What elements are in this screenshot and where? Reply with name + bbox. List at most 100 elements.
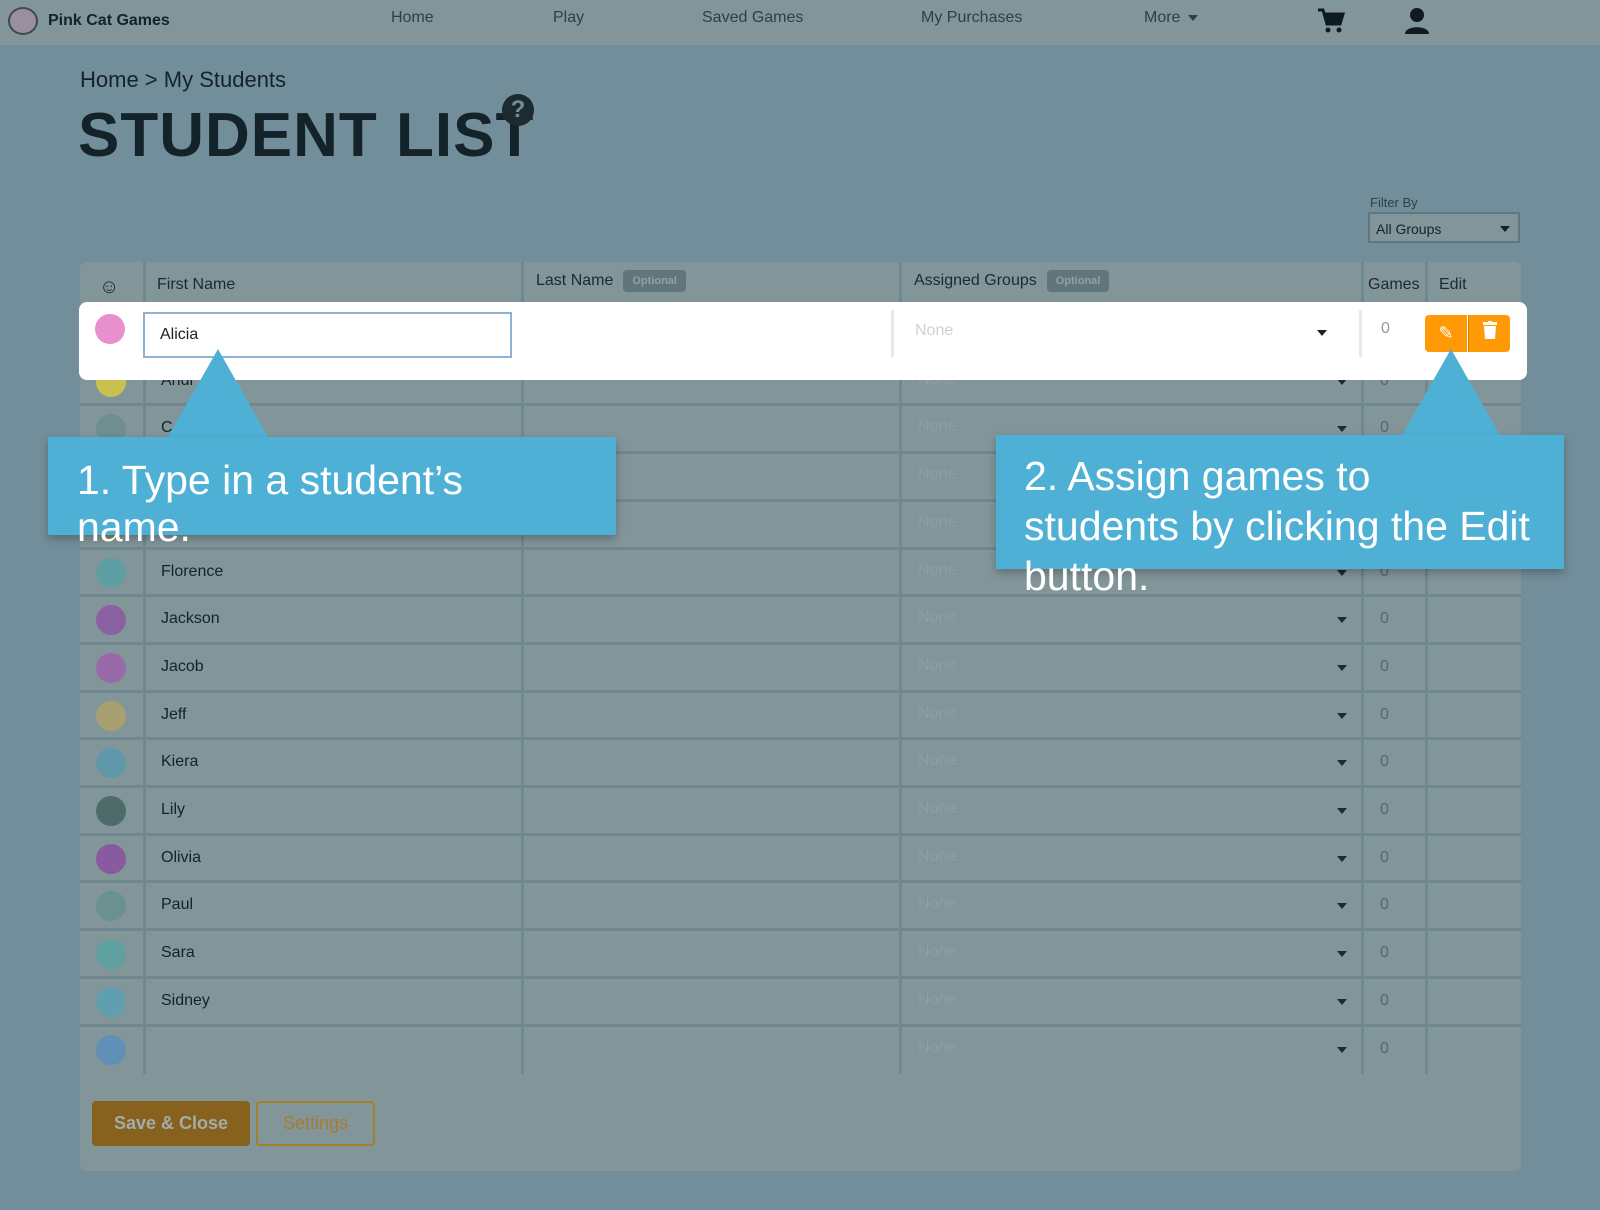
table-row: None 0 [80, 1023, 1521, 1072]
table-row: Sara None 0 [80, 928, 1521, 976]
table-row: Olivia None 0 [80, 832, 1521, 881]
caret-down-icon [1500, 226, 1510, 232]
caret-down-icon[interactable] [1337, 1046, 1347, 1053]
edit-button[interactable]: ✎ [1425, 315, 1467, 352]
groups-value[interactable]: None [918, 991, 956, 1009]
avatar[interactable] [96, 843, 126, 874]
table-row: Jackson None 0 [80, 594, 1521, 642]
first-name[interactable]: Kiera [161, 753, 198, 771]
trash-icon [1482, 321, 1497, 339]
header-edit: Edit [1439, 276, 1467, 293]
groups-value[interactable]: None [918, 562, 956, 580]
nav-my-purchases[interactable]: My Purchases [921, 9, 1022, 27]
avatar[interactable] [96, 891, 126, 922]
table-row: Paul None 0 [80, 880, 1521, 928]
caret-down-icon[interactable] [1337, 855, 1347, 862]
avatar[interactable] [96, 700, 126, 731]
groups-value[interactable]: None [918, 895, 956, 913]
groups-value[interactable]: None [918, 514, 956, 532]
groups-value[interactable]: None [918, 752, 956, 770]
groups-value[interactable]: None [918, 800, 956, 818]
games-count: 0 [1381, 320, 1390, 337]
games-count: 0 [1380, 705, 1389, 723]
first-name[interactable]: Sara [161, 944, 195, 962]
groups-value[interactable]: None [918, 705, 956, 723]
first-name[interactable]: Florence [161, 563, 223, 581]
user-icon[interactable] [1402, 6, 1432, 36]
optional-badge: Optional [1046, 270, 1110, 292]
caret-down-icon[interactable] [1337, 998, 1347, 1005]
games-count: 0 [1380, 944, 1389, 962]
settings-button[interactable]: Settings [256, 1101, 375, 1146]
avatar[interactable] [96, 1034, 126, 1065]
delete-button[interactable] [1468, 315, 1510, 352]
save-close-button[interactable]: Save & Close [92, 1101, 250, 1146]
callout-step-2: 2. Assign games to students by clicking … [996, 435, 1564, 599]
header-assigned-groups: Assigned Groups Optional [914, 270, 1110, 292]
table-row: Jacob None 0 [80, 641, 1521, 690]
avatar[interactable] [96, 939, 126, 970]
avatar[interactable] [96, 605, 126, 636]
header-last-name: Last Name Optional [536, 270, 686, 292]
first-name[interactable]: Lily [161, 801, 185, 819]
groups-value[interactable]: None [918, 466, 956, 484]
games-count: 0 [1380, 610, 1389, 628]
nav-home[interactable]: Home [391, 9, 434, 27]
caret-down-icon[interactable] [1337, 760, 1347, 767]
caret-down-icon[interactable] [1337, 664, 1347, 671]
first-name[interactable]: Olivia [161, 849, 201, 867]
caret-down-icon[interactable] [1337, 903, 1347, 910]
highlighted-row: None 0 ✎ [79, 302, 1527, 380]
games-count: 0 [1380, 753, 1389, 771]
brand[interactable]: Pink Cat Games [8, 7, 170, 35]
nav-more[interactable]: More [1144, 9, 1199, 27]
first-name[interactable]: Jeff [161, 706, 187, 724]
avatar[interactable] [96, 557, 126, 588]
filter-select[interactable]: All Groups [1368, 212, 1520, 243]
filter-label: Filter By [1370, 195, 1418, 210]
avatar[interactable] [96, 986, 126, 1017]
groups-select[interactable]: None [897, 310, 1362, 357]
games-count: 0 [1380, 1039, 1389, 1057]
first-name[interactable]: Jacob [161, 658, 204, 676]
header-groups-label: Assigned Groups [914, 272, 1037, 289]
groups-value[interactable]: None [918, 1039, 956, 1057]
header-last-name-label: Last Name [536, 272, 614, 289]
groups-value[interactable]: None [918, 943, 956, 961]
table-row: Sidney None 0 [80, 975, 1521, 1024]
last-name-input[interactable] [514, 310, 894, 357]
avatar[interactable] [96, 652, 126, 683]
avatar[interactable] [95, 314, 125, 344]
student-table: ☺ First Name Last Name Optional Assigned … [80, 262, 1521, 1171]
nav-saved-games[interactable]: Saved Games [702, 9, 803, 27]
caret-down-icon [1188, 14, 1199, 21]
groups-value[interactable]: None [918, 848, 956, 866]
avatar[interactable] [96, 796, 126, 826]
groups-value[interactable]: None [918, 657, 956, 675]
caret-down-icon[interactable] [1337, 617, 1347, 624]
games-count: 0 [1380, 801, 1389, 818]
caret-down-icon[interactable] [1337, 951, 1347, 958]
caret-down-icon[interactable] [1337, 712, 1347, 719]
optional-badge: Optional [623, 270, 686, 292]
table-row: Kiera None 0 [80, 737, 1521, 785]
help-icon[interactable]: ? [502, 94, 534, 126]
groups-value[interactable]: None [918, 609, 956, 627]
nav-play[interactable]: Play [553, 9, 584, 27]
smiley-icon: ☺ [99, 276, 120, 298]
first-name[interactable]: Jackson [161, 610, 220, 628]
breadcrumb[interactable]: Home > My Students [80, 67, 286, 93]
caret-down-icon[interactable] [1337, 569, 1347, 576]
header-games: Games [1368, 276, 1420, 293]
avatar[interactable] [96, 748, 126, 779]
callout-step-1: 1. Type in a student’s name. [48, 437, 616, 550]
first-name[interactable]: Sidney [161, 992, 210, 1010]
groups-value[interactable]: None [918, 418, 956, 436]
caret-down-icon[interactable] [1337, 426, 1347, 433]
caret-down-icon[interactable] [1337, 808, 1347, 814]
cart-icon[interactable] [1316, 6, 1346, 36]
filter-value: All Groups [1376, 221, 1442, 237]
games-count: 0 [1380, 848, 1389, 866]
first-name[interactable]: Paul [161, 896, 193, 914]
callout-pointer [1401, 349, 1501, 437]
